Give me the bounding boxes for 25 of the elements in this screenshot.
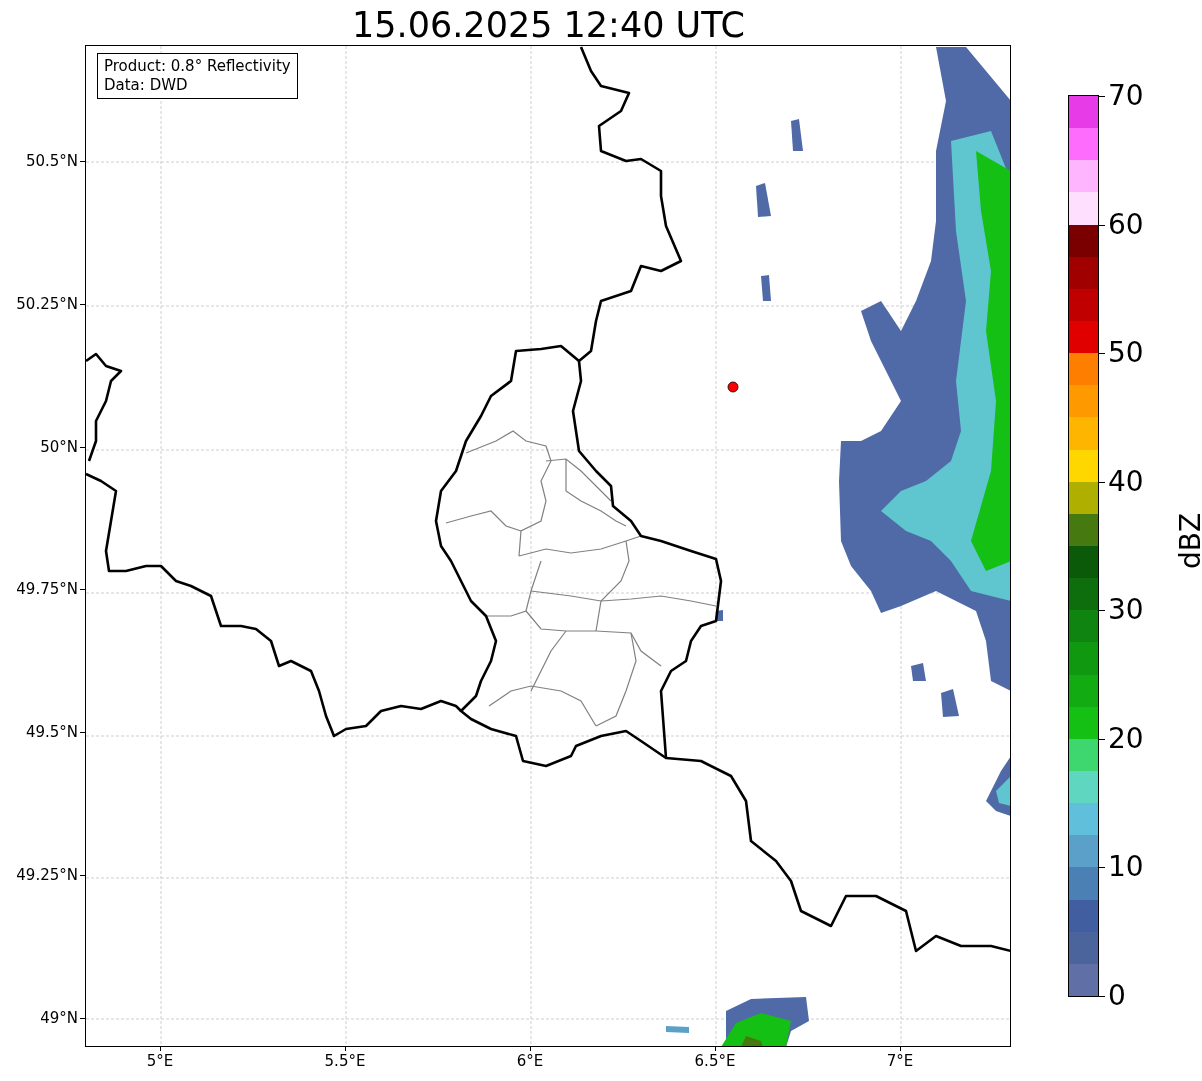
radar-site-marker <box>727 381 739 393</box>
latitude-label: 49.75°N <box>15 580 78 599</box>
info-text: Product: 0.8° Reflectivity <box>104 57 291 76</box>
longitude-label: 6°E <box>515 1052 545 1070</box>
longitude-label: 5°E <box>145 1052 175 1070</box>
chart-title: 15.06.2025 12:40 UTC <box>351 4 746 46</box>
colorbar-tick-label: 50 <box>1108 337 1144 370</box>
latitude-label: 49.25°N <box>15 866 78 884</box>
info-text: Data: DWD <box>104 76 189 95</box>
latitude-label: 50°N <box>39 437 78 456</box>
colorbar-label: dBZ <box>1176 512 1202 570</box>
colorbar-tick-label: 60 <box>1108 208 1144 241</box>
longitude-label: 7°E <box>885 1052 915 1070</box>
latitude-label: 49.5°N <box>24 723 78 742</box>
colorbar-tick-label: 70 <box>1108 80 1144 112</box>
longitude-label: 6.5°E <box>693 1052 737 1070</box>
longitude-label: 5.5°E <box>323 1052 367 1070</box>
colorbar-tick-label: 40 <box>1108 465 1144 498</box>
latitude-label: 50.25°N <box>15 294 78 313</box>
colorbar-tick-label: 0 <box>1108 980 1126 1012</box>
latitude-label: 49°N <box>39 1008 78 1027</box>
latitude-label: 50.5°N <box>24 152 78 170</box>
colorbar-tick-label: 20 <box>1108 722 1144 755</box>
colorbar-tick-label: 30 <box>1108 594 1144 627</box>
colorbar-tick-label: 10 <box>1108 851 1144 884</box>
